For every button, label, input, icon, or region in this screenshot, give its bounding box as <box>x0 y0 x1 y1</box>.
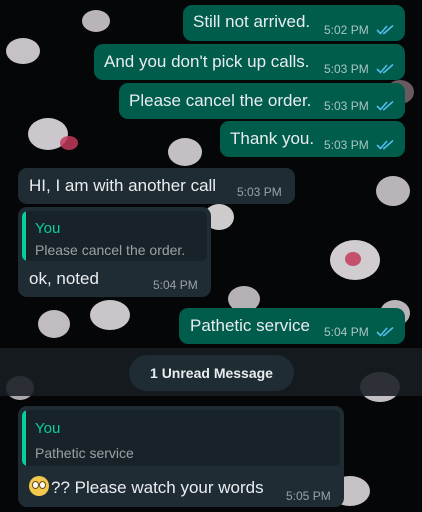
message-text: Still not arrived. <box>193 12 311 31</box>
message-time: 5:03 PM <box>324 138 369 152</box>
message-text: Pathetic service <box>190 316 310 335</box>
message-text: HI, I am with another call <box>29 176 217 195</box>
message-outgoing[interactable]: Still not arrived. 5:02 PM <box>183 5 405 41</box>
message-text: ok, noted <box>29 269 99 288</box>
message-text: ?? Please watch your words <box>51 478 264 497</box>
read-ticks-icon <box>376 63 394 74</box>
message-time: 5:03 PM <box>324 99 369 113</box>
quoted-message[interactable]: You Please cancel the order. <box>22 211 207 261</box>
message-time: 5:03 PM <box>324 62 369 76</box>
message-time: 5:04 PM <box>153 278 198 292</box>
quote-author: You <box>35 220 61 237</box>
message-text: And you don't pick up calls. <box>104 52 310 71</box>
quoted-message[interactable]: You Pathetic service <box>22 410 340 466</box>
message-text-line: ?? Please watch your words <box>29 476 264 498</box>
message-text: Thank you. <box>230 129 315 148</box>
quote-author: You <box>35 420 61 437</box>
read-ticks-icon <box>376 100 394 111</box>
quote-text: Pathetic service <box>35 445 134 461</box>
message-incoming-reply[interactable]: You Please cancel the order. ok, noted 5… <box>18 207 211 297</box>
message-outgoing[interactable]: Thank you. 5:03 PM <box>220 121 405 157</box>
quote-accent-bar <box>22 211 26 261</box>
quote-accent-bar <box>22 410 26 466</box>
message-time: 5:04 PM <box>324 325 369 339</box>
message-time: 5:02 PM <box>324 23 369 37</box>
quote-text: Please cancel the order. <box>35 242 186 258</box>
face-with-rolling-eyes-emoji <box>29 476 49 496</box>
message-outgoing[interactable]: Please cancel the order. 5:03 PM <box>119 83 405 119</box>
message-outgoing[interactable]: Pathetic service 5:04 PM <box>179 308 405 344</box>
message-time: 5:03 PM <box>237 185 282 199</box>
message-incoming-reply[interactable]: You Pathetic service ?? Please watch you… <box>18 406 344 507</box>
message-outgoing[interactable]: And you don't pick up calls. 5:03 PM <box>94 44 405 80</box>
read-ticks-icon <box>376 24 394 35</box>
message-incoming[interactable]: HI, I am with another call 5:03 PM <box>18 168 295 204</box>
read-ticks-icon <box>376 139 394 150</box>
unread-messages-badge: 1 Unread Message <box>129 355 294 391</box>
message-time: 5:05 PM <box>286 489 331 503</box>
message-text: Please cancel the order. <box>129 91 312 110</box>
read-ticks-icon <box>376 326 394 337</box>
